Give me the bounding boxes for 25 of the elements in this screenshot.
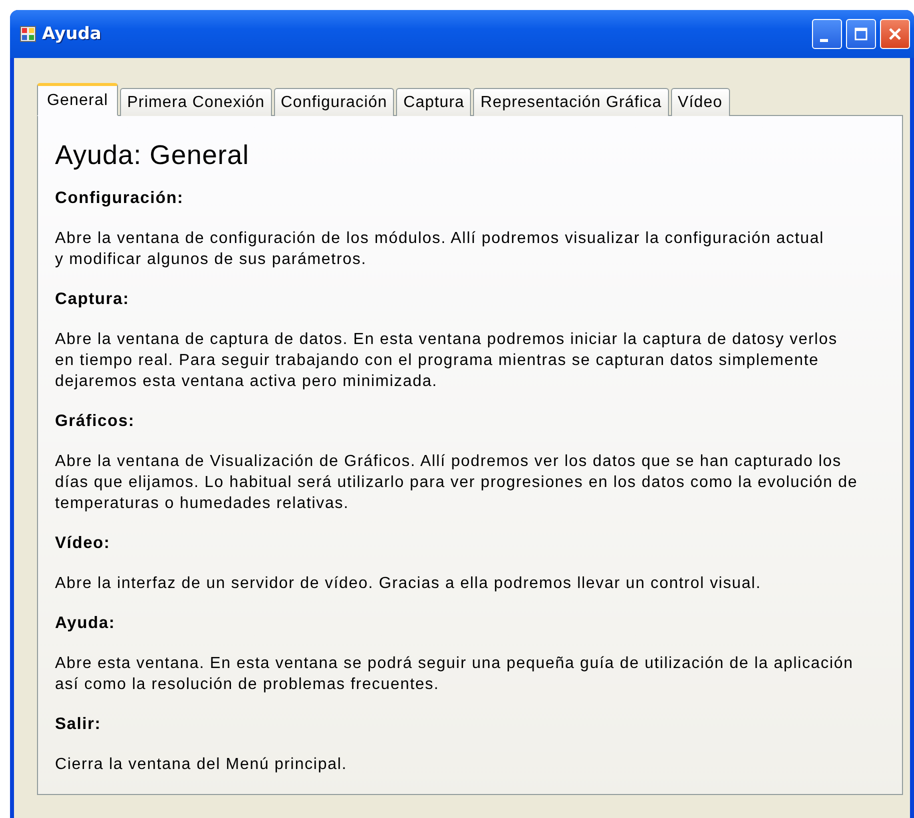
tab[interactable]: Representación Gráfica [473, 88, 669, 116]
section-title: Vídeo: [55, 534, 112, 553]
tab[interactable]: Configuración [274, 88, 394, 116]
maximize-button[interactable] [846, 19, 876, 49]
section-text: Abre la interfaz de un servidor de vídeo. Gracias a ella podremos llevar un control visual. [55, 574, 762, 594]
tab[interactable]: Primera Conexión [120, 88, 272, 116]
tab[interactable]: Vídeo [670, 88, 730, 116]
minimize-icon [820, 38, 828, 42]
section-title: Gráficos: [55, 412, 136, 431]
section-title: Salir: [55, 715, 102, 734]
section-text: Abre la ventana de configuración de los módulos. Allí podremos visualizar la configuración actual y modificar algunos de sus parámetros. [55, 229, 826, 270]
section-text: Abre esta ventana. En esta ventana se podrá seguir una pequeña guía de utilización de la aplicación así como la resolución de problemas frecuentes. [55, 654, 854, 695]
window-title: Ayuda [42, 24, 102, 44]
section-title: Captura: [55, 290, 130, 309]
tab[interactable]: General [37, 83, 118, 116]
tab[interactable]: Captura [396, 88, 472, 116]
section-text: Abre la ventana de Visualización de Gráficos. Allí podremos ver los datos que se han capturado los días que elijamos. Lo habitual será utilizarlo para ver progresiones en los datos como la evolución de temperaturas o humedades relativas. [55, 452, 859, 514]
minimize-button[interactable] [812, 19, 842, 49]
section-text: Abre la ventana de captura de datos. En esta ventana podremos iniciar la captura de datosy verlos en tiempo real. Para seguir trabajando con el programa mientras se capturan datos simplemente dejaremos esta ventana activa pero minimizada. [55, 330, 838, 392]
section-text: Cierra la ventana del Menú principal. [55, 755, 348, 775]
app-icon [20, 26, 36, 42]
section-title: Configuración: [55, 189, 185, 208]
section-title: Ayuda: [55, 614, 116, 633]
close-button[interactable] [880, 19, 910, 49]
page-heading: Ayuda: General [55, 140, 250, 171]
